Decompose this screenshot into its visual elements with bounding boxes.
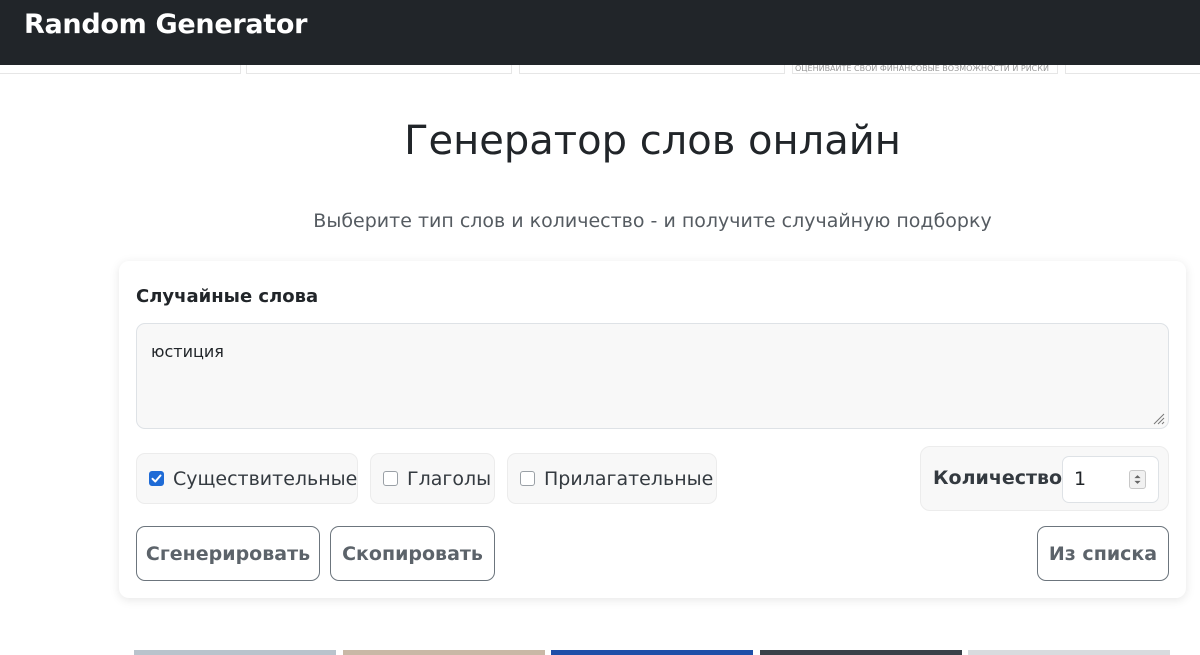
card-title: Случайные слова	[136, 286, 319, 307]
ad-text: ОЦЕНИВАЙТЕ СВОИ ФИНАНСОВЫЕ ВОЗМОЖНОСТИ И…	[795, 65, 1049, 73]
option-adjectives[interactable]: Прилагательные	[507, 453, 717, 504]
adjectives-label[interactable]: Прилагательные	[544, 468, 713, 490]
navbar: Random Generator	[0, 0, 1200, 65]
page-title: Генератор слов онлайн	[404, 118, 901, 164]
spinner-arrows-icon[interactable]	[1129, 470, 1146, 489]
ad-slot[interactable]	[246, 65, 512, 74]
verbs-label[interactable]: Глаголы	[407, 468, 491, 490]
thumbnail-image[interactable]	[760, 650, 962, 655]
quantity-input[interactable]: 1	[1062, 456, 1159, 503]
thumbnail-image[interactable]	[968, 650, 1170, 655]
resize-grip-icon[interactable]	[1152, 412, 1165, 425]
checkmark-icon	[151, 474, 162, 483]
thumbnail-image[interactable]	[551, 650, 753, 655]
quantity-group: Количество 1	[920, 446, 1169, 511]
adjectives-checkbox[interactable]	[520, 471, 535, 486]
page-subtitle: Выберите тип слов и количество - и получ…	[313, 210, 992, 232]
copy-button[interactable]: Скопировать	[330, 526, 495, 581]
generator-card: Случайные слова юстиция Существительные …	[119, 261, 1186, 598]
from-list-button[interactable]: Из списка	[1037, 526, 1169, 581]
result-textarea[interactable]: юстиция	[136, 323, 1169, 429]
verbs-checkbox[interactable]	[383, 471, 398, 486]
thumbnail-strip	[0, 650, 1200, 655]
generate-button[interactable]: Сгенерировать	[136, 526, 320, 581]
ad-slot[interactable]	[0, 65, 241, 74]
nouns-label[interactable]: Существительные	[173, 468, 357, 490]
thumbnail-image[interactable]	[134, 650, 336, 655]
quantity-value: 1	[1074, 468, 1087, 490]
nouns-checkbox[interactable]	[149, 471, 164, 486]
quantity-label: Количество	[933, 467, 1063, 489]
thumbnail-image[interactable]	[343, 650, 545, 655]
result-text: юстиция	[151, 342, 224, 361]
option-nouns[interactable]: Существительные	[136, 453, 358, 504]
ad-banner-strip[interactable]: ОЦЕНИВАЙТЕ СВОИ ФИНАНСОВЫЕ ВОЗМОЖНОСТИ И…	[0, 65, 1200, 77]
brand-logo-text[interactable]: Random Generator	[24, 9, 307, 40]
option-verbs[interactable]: Глаголы	[370, 453, 495, 504]
ad-slot[interactable]	[519, 65, 785, 74]
ad-slot[interactable]	[1065, 65, 1200, 74]
